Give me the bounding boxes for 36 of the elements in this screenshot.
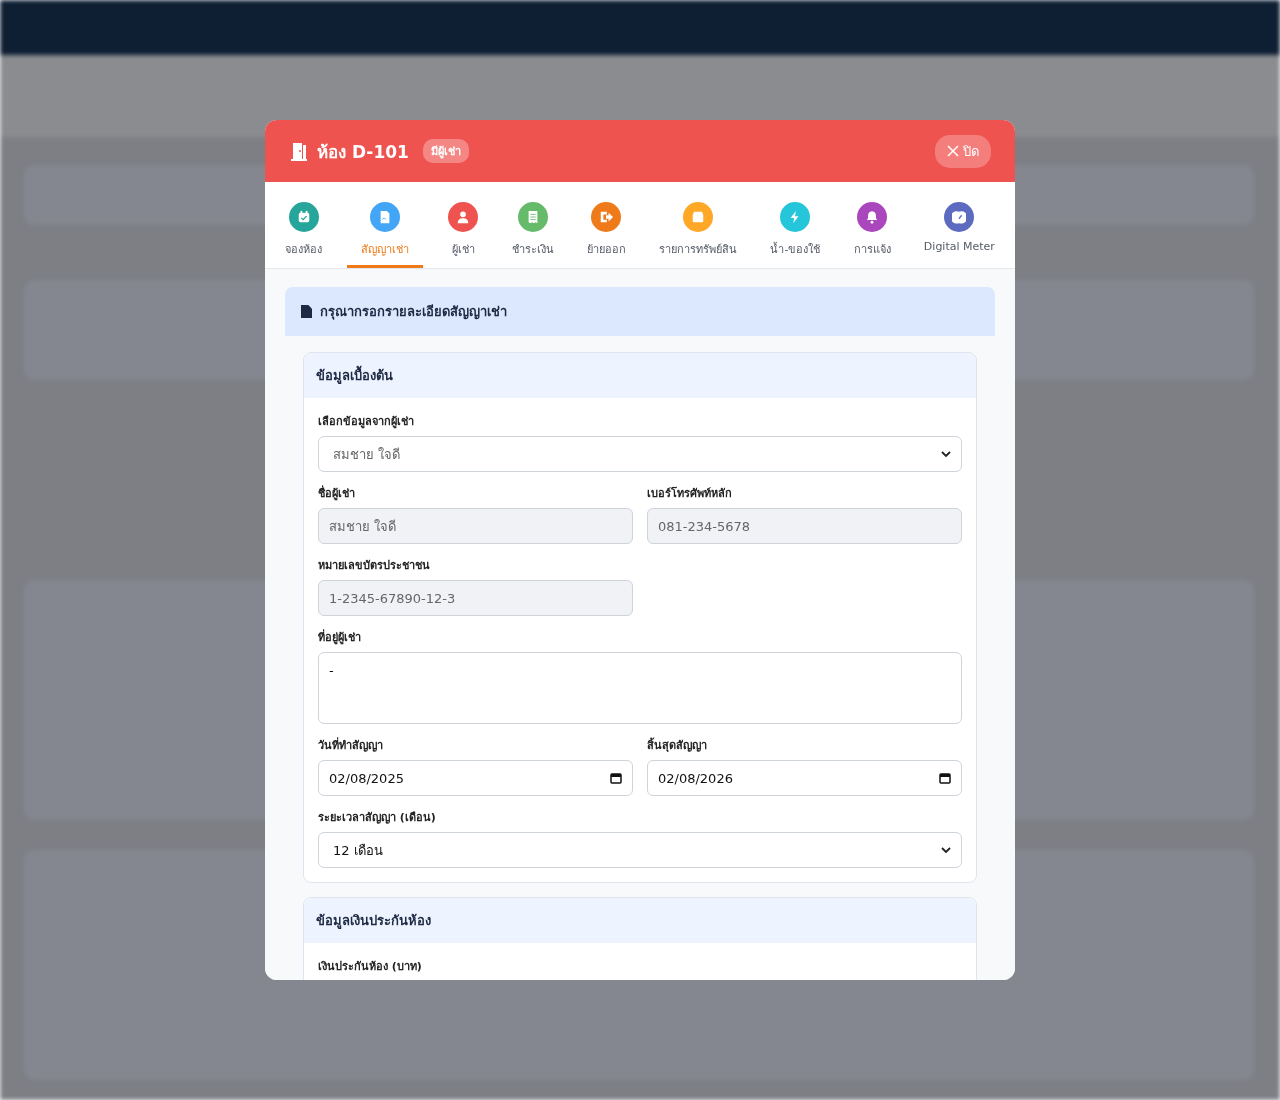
select-field[interactable]: สมชาย ใจดี	[318, 436, 962, 472]
field-label: เบอร์โทรศัพท์หลัก	[647, 485, 733, 502]
modal-title: ห้อง D-101	[317, 140, 409, 164]
close-icon	[947, 145, 959, 157]
document-icon	[301, 305, 312, 318]
field-label: ชื่อผู้เช่า	[318, 484, 356, 502]
input-field[interactable]: สมชาย ใจดี	[318, 508, 633, 544]
field-label: เงินประกันห้อง (บาท)	[318, 959, 423, 975]
tab[interactable]: Digital Meter	[915, 182, 1003, 268]
field-label: เลือกข้อมูลจากผู้เช่า	[318, 414, 415, 430]
tab[interactable]: ย้ายออก	[578, 182, 634, 268]
tab[interactable]: ผู้เช่า	[440, 182, 487, 268]
field-label: หมายเลขบัตรประชาชน	[318, 558, 431, 574]
field-label: สิ้นสุดสัญญา	[647, 736, 708, 754]
field-label: ระยะเวลาสัญญา (เดือน)	[318, 810, 437, 826]
tab[interactable]: น้ำ-ของใช้	[762, 182, 829, 268]
chevron-icon	[941, 451, 951, 457]
calendar-icon	[610, 772, 622, 784]
field-label: วันที่ทำสัญญา	[318, 736, 384, 754]
tab[interactable]: ชำระเงิน	[503, 182, 562, 268]
tab[interactable]: จองห้อง	[277, 182, 330, 268]
select-field[interactable]: 12 เดือน	[318, 832, 962, 868]
chevron-icon	[941, 847, 951, 853]
input-field[interactable]: 1-2345-67890-12-3	[318, 580, 633, 616]
status-badge: มีผู้เช่า	[422, 139, 469, 163]
section-title: ข้อมูลเงินประกันห้อง	[316, 913, 431, 928]
input-field[interactable]: 081-234-5678	[647, 508, 962, 544]
field-label: ที่อยู่ผู้เช่า	[318, 628, 362, 646]
door-icon	[289, 141, 309, 161]
tab[interactable]: การแจ้ง	[845, 182, 899, 268]
date-field[interactable]: 02/08/2026	[647, 760, 962, 796]
form-heading: กรุณากรอกรายละเอียดสัญญาเช่า	[320, 303, 507, 322]
text-area[interactable]: -	[318, 652, 962, 724]
calendar-icon	[939, 772, 951, 784]
tab[interactable]: รายการทรัพย์สิน	[651, 182, 746, 268]
date-field[interactable]: 02/08/2025	[318, 760, 633, 796]
